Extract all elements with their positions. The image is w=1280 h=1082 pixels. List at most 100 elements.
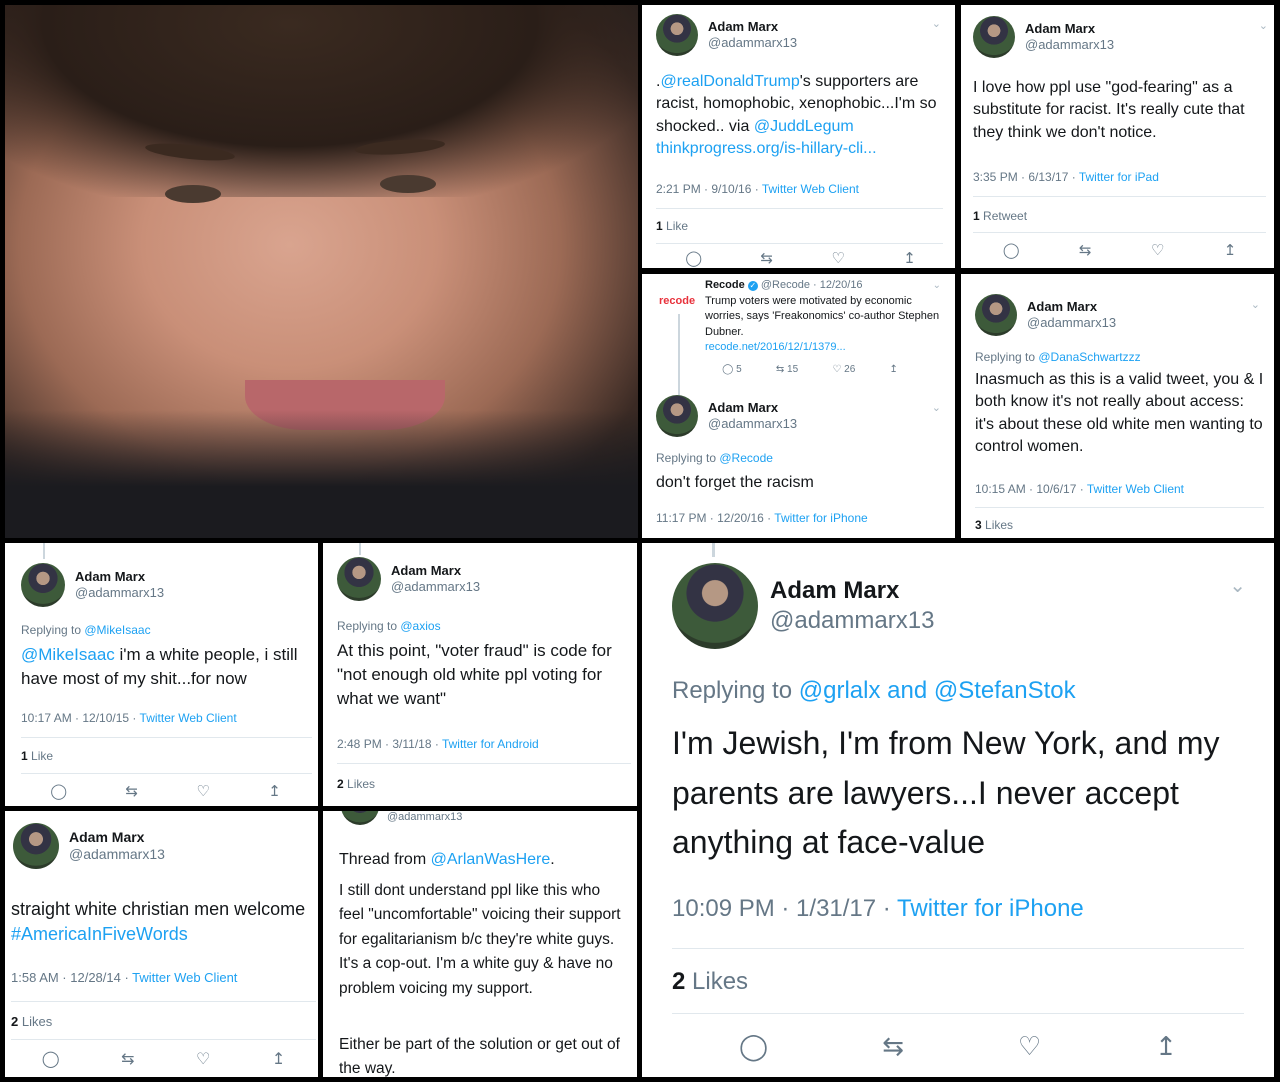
reply-icon[interactable]: ◯	[739, 1031, 768, 1062]
reply-icon[interactable]: ◯	[42, 1049, 60, 1069]
chevron-down-icon[interactable]: ⌄	[932, 401, 941, 414]
retweet-icon[interactable]: ⇆	[125, 782, 138, 800]
client-link[interactable]: Twitter for iPhone	[897, 895, 1084, 922]
like-icon[interactable]: ♡	[831, 249, 844, 267]
quoted-tweet[interactable]: Recode ✓ @Recode · 12/20/16 Trump voters…	[705, 278, 945, 356]
chevron-down-icon[interactable]: ⌄	[1229, 573, 1246, 598]
author-handle[interactable]: @adammarx13	[387, 811, 462, 823]
avatar[interactable]	[973, 16, 1015, 58]
like-icon[interactable]: ♡	[196, 782, 209, 800]
author-name[interactable]: Adam Marx	[1025, 21, 1114, 37]
reply-icon[interactable]: ◯	[50, 782, 67, 800]
reply-icon[interactable]: ◯	[1003, 241, 1020, 259]
like-count[interactable]: 3 Likes	[975, 518, 1013, 532]
author-name[interactable]: Adam Marx	[391, 563, 480, 579]
avatar[interactable]	[337, 557, 381, 601]
author-handle[interactable]: @adammarx13	[770, 606, 934, 636]
quoted-text: Trump voters were motivated by economic …	[705, 294, 940, 338]
quoted-name[interactable]: Recode	[705, 279, 745, 291]
mention-link[interactable]: @MikeIsaac	[21, 645, 115, 664]
reply-icon[interactable]: ◯ 5	[722, 364, 742, 375]
author-name[interactable]: Adam Marx	[708, 19, 797, 35]
avatar[interactable]	[341, 811, 379, 825]
like-icon[interactable]: ♡	[1018, 1031, 1041, 1062]
retweet-icon[interactable]: ⇆	[760, 249, 773, 267]
reply-mention[interactable]: @axios	[400, 619, 440, 633]
reply-mention[interactable]: @Recode	[719, 451, 773, 465]
author-handle[interactable]: @adammarx13	[391, 579, 480, 595]
like-count[interactable]: 1 Like	[656, 219, 688, 233]
chevron-down-icon[interactable]: ⌄	[1251, 298, 1260, 311]
author-name[interactable]: Adam Marx	[1027, 299, 1116, 315]
like-icon[interactable]: ♡	[196, 1049, 210, 1069]
avatar[interactable]	[21, 563, 65, 607]
like-count[interactable]: 2 Likes	[11, 1014, 52, 1029]
mention-link[interactable]: @JuddLegum	[754, 118, 854, 135]
retweet-icon[interactable]: ⇆	[121, 1049, 134, 1069]
client-link[interactable]: Twitter Web Client	[132, 970, 237, 985]
quoted-handle[interactable]: @Recode · 12/20/16	[761, 279, 863, 291]
reply-mention[interactable]: @grlalx and @StefanStok	[799, 677, 1076, 704]
client-link[interactable]: Twitter for Android	[442, 737, 539, 751]
tweet-card-7[interactable]: Adam Marx @adammarx13 ⌄ Replying to @grl…	[642, 543, 1274, 1077]
share-icon[interactable]: ↥	[272, 1049, 285, 1069]
avatar[interactable]	[656, 14, 698, 56]
avatar[interactable]	[656, 395, 698, 437]
reply-mention[interactable]: @MikeIsaac	[84, 623, 150, 637]
tweet-card-5[interactable]: Adam Marx @adammarx13 Replying to @MikeI…	[5, 543, 318, 806]
avatar[interactable]	[672, 563, 758, 649]
author-name[interactable]: Adam Marx	[708, 400, 797, 416]
author-handle[interactable]: @adammarx13	[69, 846, 165, 864]
retweet-icon[interactable]: ⇆	[1079, 241, 1092, 259]
thread-mention[interactable]: @ArlanWasHere	[431, 851, 551, 868]
retweet-count[interactable]: 1 Retweet	[973, 209, 1027, 223]
tweet-header: Adam Marx @adammarx13	[13, 823, 165, 869]
tweet-card-1[interactable]: Adam Marx @adammarx13 ⌄ .@realDonaldTrum…	[642, 5, 955, 268]
tweet-card-9[interactable]: @adammarx13 Thread from @ArlanWasHere. I…	[323, 811, 637, 1077]
author-handle[interactable]: @adammarx13	[1025, 37, 1114, 53]
author-handle[interactable]: @adammarx13	[1027, 315, 1116, 331]
tweet-text: Inasmuch as this is a valid tweet, you &…	[975, 371, 1264, 456]
author-name[interactable]: Adam Marx	[69, 829, 165, 847]
retweet-icon[interactable]: ⇆ 15	[776, 364, 798, 375]
reply-icon[interactable]: ◯	[685, 249, 702, 267]
url-link[interactable]: thinkprogress.org/is-hillary-cli...	[656, 140, 877, 157]
author-name[interactable]: Adam Marx	[770, 576, 934, 606]
author-name[interactable]: Adam Marx	[75, 569, 164, 585]
client-link[interactable]: Twitter for iPad	[1079, 170, 1159, 184]
tweet-card-4[interactable]: Adam Marx @adammarx13 ⌄ Replying to @Dan…	[961, 274, 1274, 538]
like-count[interactable]: 1 Like	[21, 749, 53, 763]
author-handle[interactable]: @adammarx13	[708, 35, 797, 51]
hashtag-link[interactable]: #AmericaInFiveWords	[11, 922, 318, 947]
client-link[interactable]: Twitter Web Client	[1087, 482, 1184, 496]
share-icon[interactable]: ↥	[1224, 241, 1237, 259]
chevron-down-icon[interactable]: ⌄	[1259, 19, 1268, 32]
quoted-url[interactable]: recode.net/2016/12/1/1379...	[705, 340, 945, 356]
tweet-card-3[interactable]: recode Recode ✓ @Recode · 12/20/16 Trump…	[642, 274, 955, 538]
avatar[interactable]	[13, 823, 59, 869]
chevron-down-icon[interactable]: ⌄	[933, 280, 941, 291]
mention-link[interactable]: @realDonaldTrump	[660, 73, 799, 90]
profile-photo	[5, 5, 638, 538]
author-handle[interactable]: @adammarx13	[75, 585, 164, 601]
share-icon[interactable]: ↥	[1155, 1031, 1177, 1062]
tweet-card-8[interactable]: Adam Marx @adammarx13 straight white chr…	[5, 811, 318, 1077]
retweet-icon[interactable]: ⇆	[882, 1031, 904, 1062]
share-icon[interactable]: ↥	[268, 782, 281, 800]
client-link[interactable]: Twitter Web Client	[762, 182, 859, 196]
like-count[interactable]: 2 Likes	[337, 777, 375, 791]
tweet-card-2[interactable]: Adam Marx @adammarx13 ⌄ I love how ppl u…	[961, 5, 1274, 268]
divider	[973, 196, 1266, 197]
tweet-card-6[interactable]: Adam Marx @adammarx13 Replying to @axios…	[323, 543, 637, 806]
chevron-down-icon[interactable]: ⌄	[932, 17, 941, 30]
share-icon[interactable]: ↥	[903, 249, 916, 267]
avatar[interactable]	[975, 294, 1017, 336]
client-link[interactable]: Twitter Web Client	[140, 711, 237, 725]
like-icon[interactable]: ♡ 26	[832, 364, 855, 375]
client-link[interactable]: Twitter for iPhone	[774, 511, 867, 525]
like-icon[interactable]: ♡	[1151, 241, 1164, 259]
like-count[interactable]: 2 Likes	[672, 968, 748, 996]
author-handle[interactable]: @adammarx13	[708, 416, 797, 432]
reply-mention[interactable]: @DanaSchwartzzz	[1038, 350, 1140, 364]
share-icon[interactable]: ↥	[889, 364, 897, 375]
